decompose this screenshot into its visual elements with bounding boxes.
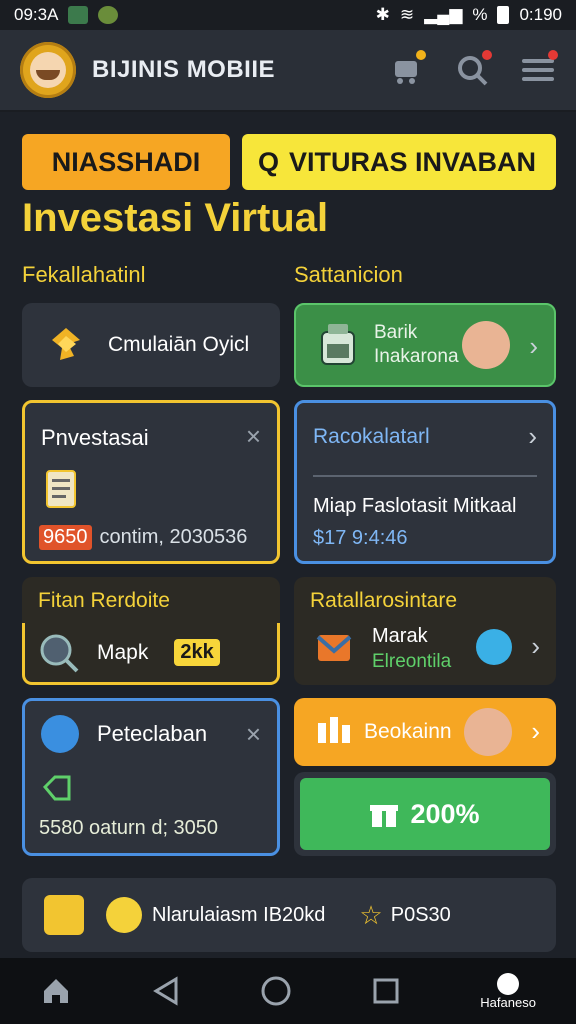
divider bbox=[313, 475, 537, 477]
hero-chips: NIASSHADI Q VITURAS INVABAN bbox=[22, 134, 556, 190]
section-title-left: Fekallahatinl bbox=[22, 262, 146, 287]
bluetooth-icon: ✱ bbox=[375, 5, 390, 24]
footer-card[interactable]: Nlarulaiasm IB20kd ☆ P0S30 bbox=[22, 878, 556, 952]
cart-badge bbox=[416, 50, 426, 60]
app-notification-icon bbox=[98, 6, 119, 24]
search-q-icon: Q bbox=[258, 146, 280, 177]
corner-app[interactable]: Hafaneso bbox=[480, 972, 536, 1010]
search-button[interactable] bbox=[454, 50, 492, 88]
cart-button[interactable] bbox=[388, 50, 426, 88]
investasi-card[interactable]: Pnvestasai × 9650 contim, 2030536 bbox=[22, 400, 280, 564]
amount-badge: 9650 bbox=[39, 525, 92, 550]
market-left-card[interactable]: Fitan Rerdoite Mapk 2kk bbox=[22, 577, 280, 685]
wifi-icon: ≋ bbox=[399, 5, 415, 24]
status-time-left: 09:3A bbox=[14, 5, 59, 24]
gift-icon bbox=[370, 803, 399, 827]
app-circle-icon bbox=[497, 972, 520, 995]
recents-icon[interactable] bbox=[372, 977, 400, 1005]
facebook-title: Racokalatarl bbox=[313, 425, 430, 448]
bars-icon bbox=[318, 717, 350, 743]
market-right-line1: Marak bbox=[372, 625, 428, 647]
face-box-icon bbox=[44, 895, 84, 935]
page-title: Investasi Virtual bbox=[22, 196, 329, 240]
mail-icon bbox=[316, 635, 352, 661]
people-avatar bbox=[464, 708, 512, 756]
home-circle-icon[interactable] bbox=[260, 975, 292, 1007]
star-icon: ☆ bbox=[359, 899, 383, 930]
chevron-right-icon: › bbox=[531, 631, 540, 661]
footer-points: P0S30 bbox=[390, 903, 451, 926]
smiley-icon bbox=[106, 897, 142, 933]
battery-percent: % bbox=[472, 5, 488, 24]
signal-icon: ▂▄▆ bbox=[424, 5, 463, 24]
app-title: BIJINIS MOBIIE bbox=[92, 56, 276, 83]
chevron-right-icon: › bbox=[531, 716, 540, 746]
document-icon bbox=[46, 470, 76, 508]
search-badge bbox=[482, 50, 492, 60]
section-title-right: Sattanicion bbox=[294, 262, 403, 287]
footer-label: Nlarulaiasm IB20kd bbox=[152, 903, 326, 926]
peteclaban-title: Peteclaban bbox=[97, 721, 208, 746]
menu-button[interactable] bbox=[520, 50, 558, 88]
market-right-line2: Elreontila bbox=[372, 651, 452, 672]
home-icon[interactable] bbox=[40, 975, 72, 1007]
chip-niasshadi-label: NIASSHADI bbox=[51, 146, 201, 177]
chip-niasshadi[interactable]: NIASSHADI bbox=[22, 134, 230, 190]
people-avatar bbox=[462, 321, 510, 369]
facebook-subtitle: Miap Faslotasit Mitkaal bbox=[313, 495, 517, 517]
battery-icon bbox=[497, 6, 510, 24]
puzzle-icon bbox=[52, 328, 80, 360]
bank-line1: Barik bbox=[374, 322, 418, 343]
facebook-amount: $17 9:4:46 bbox=[313, 527, 408, 549]
bank-jar-icon bbox=[321, 324, 355, 365]
hamburger-icon bbox=[522, 59, 554, 81]
percent-label: 200% bbox=[410, 798, 480, 829]
chevron-right-icon: › bbox=[529, 331, 538, 361]
investasi-line: contim, 2030536 bbox=[99, 526, 248, 548]
percent-button[interactable]: 200% bbox=[300, 778, 550, 850]
status-time-right: 0:190 bbox=[519, 5, 562, 24]
corner-label: Hafaneso bbox=[480, 994, 536, 1010]
bottom-navigation: Hafaneso bbox=[0, 958, 576, 1024]
menu-badge bbox=[548, 50, 558, 60]
peteclaban-line: 5580 oaturn d; 3050 bbox=[39, 817, 219, 839]
beokainn-card[interactable]: Beokainn › bbox=[294, 698, 556, 766]
beokainn-label: Beokainn bbox=[364, 720, 452, 743]
bank-line2: Inakarona bbox=[374, 346, 459, 367]
facebook-card[interactable]: Racokalatarl › Miap Faslotasit Mitkaal $… bbox=[294, 400, 556, 564]
market-right-header: Ratallarosintare bbox=[310, 589, 458, 612]
chevron-right-icon: › bbox=[528, 421, 537, 451]
status-bar: 09:3A ✱ ≋ ▂▄▆ % 0:190 bbox=[0, 0, 576, 30]
chip-virtual-invest[interactable]: Q VITURAS INVABAN bbox=[242, 134, 556, 190]
tag-icon bbox=[42, 775, 71, 801]
close-icon[interactable]: × bbox=[246, 421, 261, 452]
percent-card-wrap: 200% bbox=[294, 772, 556, 856]
app-header: BIJINIS MOBIIE bbox=[0, 30, 576, 112]
simulation-label: Cmulaiān Oyicl bbox=[108, 333, 250, 356]
market-right-card[interactable]: Ratallarosintare Marak Elreontila › bbox=[294, 577, 556, 685]
bank-card[interactable]: Barik Inakarona › bbox=[294, 303, 556, 387]
cart-icon bbox=[395, 61, 417, 84]
gallery-icon bbox=[68, 6, 89, 24]
message-icon bbox=[41, 715, 79, 753]
market-left-badge: 2kk bbox=[174, 639, 220, 666]
back-icon[interactable] bbox=[152, 976, 180, 1006]
chip-virtual-invest-label: VITURAS INVABAN bbox=[289, 146, 537, 177]
peteclaban-card[interactable]: Peteclaban × 5580 oaturn d; 3050 bbox=[22, 698, 280, 856]
close-icon[interactable]: × bbox=[246, 719, 261, 750]
investasi-title: Pnvestasai bbox=[41, 425, 149, 450]
market-left-inner: Mapk 2kk bbox=[22, 623, 280, 685]
market-left-label: Mapk bbox=[97, 640, 149, 664]
mascot-face-icon bbox=[30, 52, 66, 88]
chat-bubble-icon bbox=[476, 629, 512, 665]
app-logo[interactable] bbox=[20, 42, 76, 98]
simulation-card[interactable]: Cmulaiān Oyicl bbox=[22, 303, 280, 387]
market-left-header: Fitan Rerdoite bbox=[38, 589, 170, 612]
magnifier-icon bbox=[40, 634, 79, 672]
